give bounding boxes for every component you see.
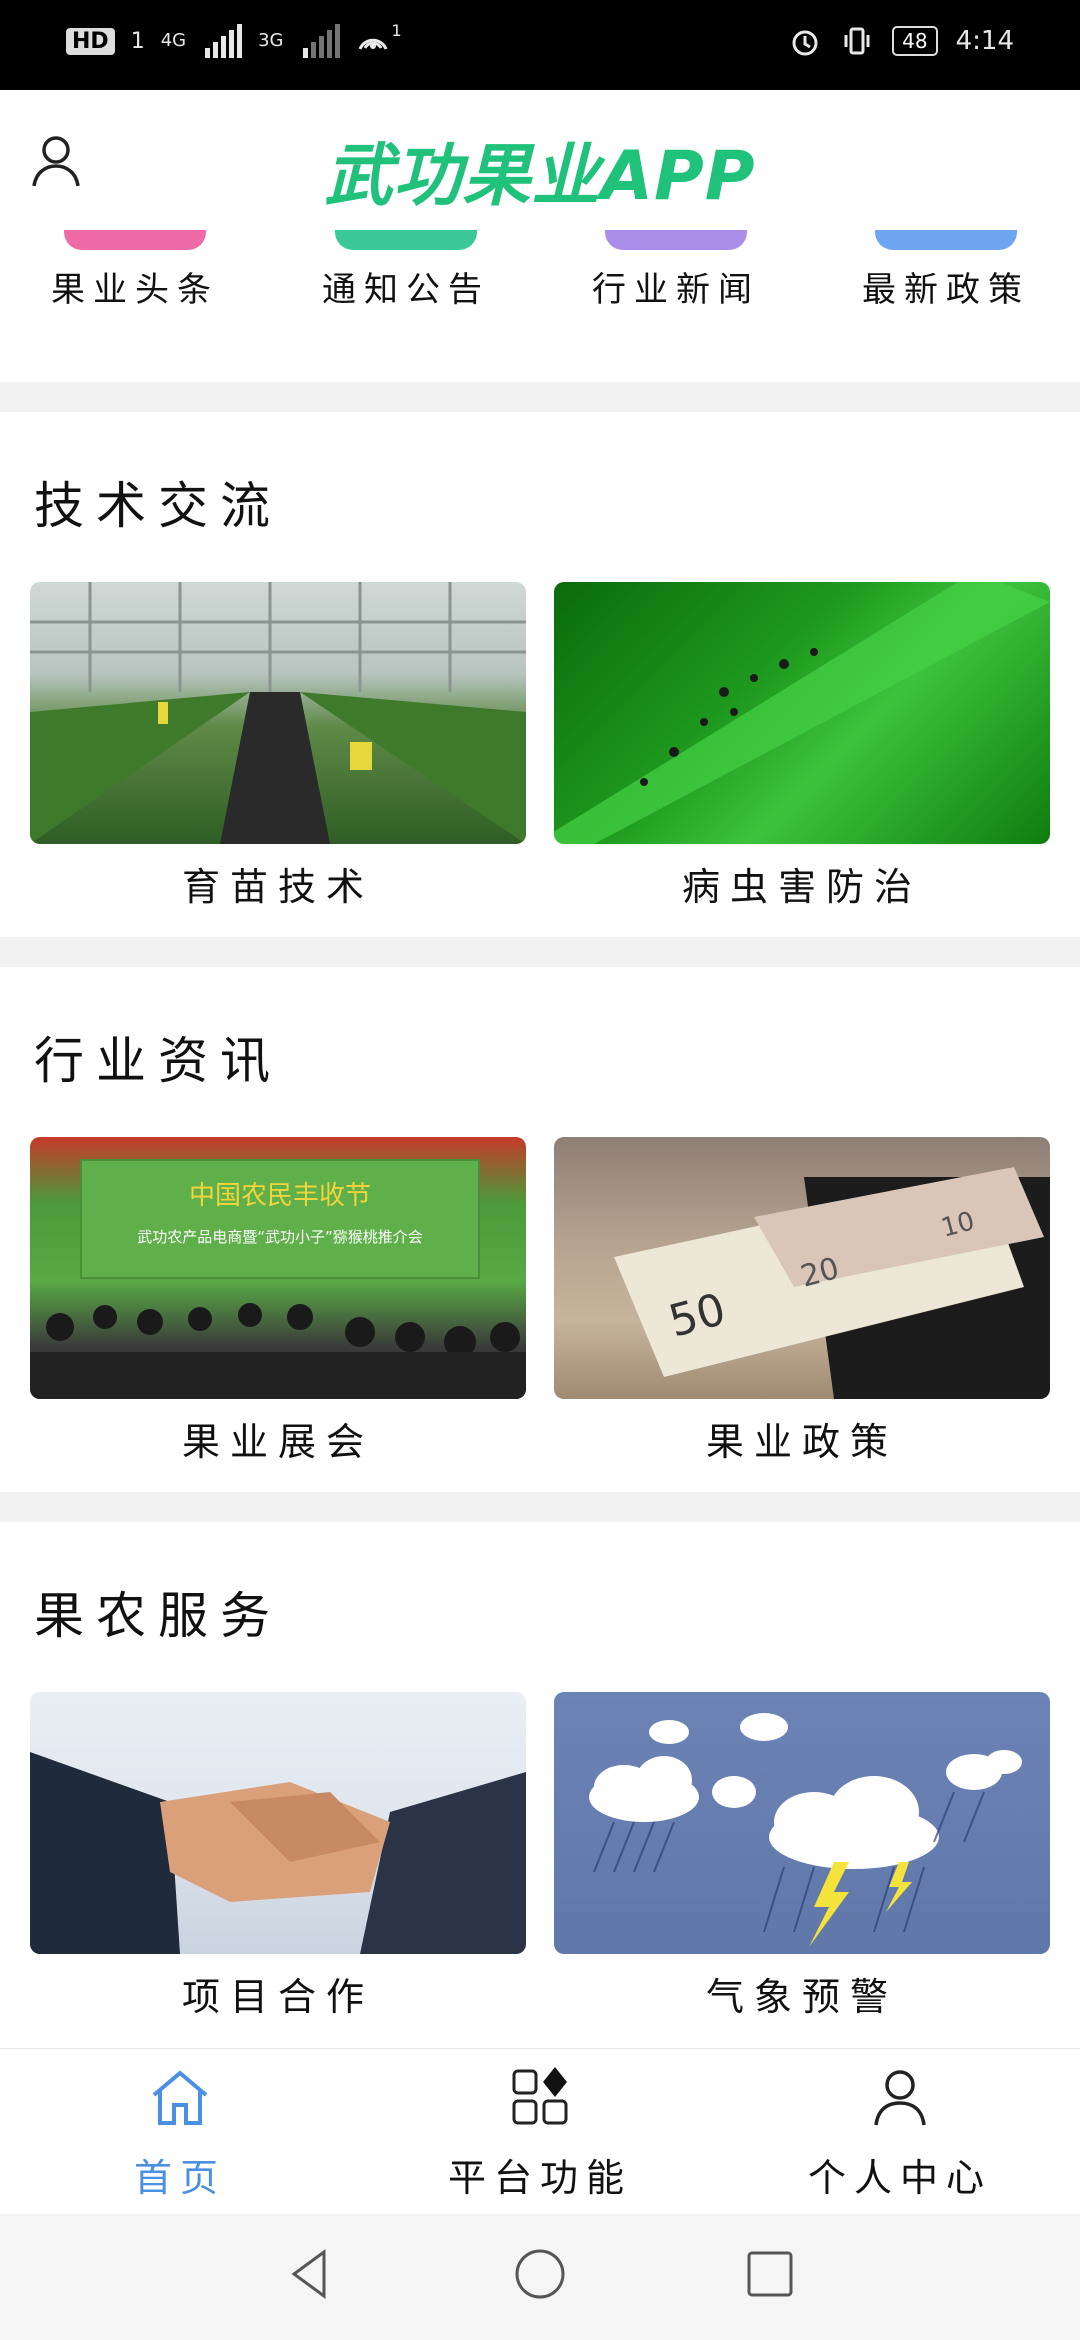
weather-image: [554, 1692, 1050, 1954]
back-icon[interactable]: [280, 2244, 340, 2304]
hotspot-icon: [358, 38, 387, 50]
leaf-illustration: [554, 582, 1050, 844]
hd-sub: 1: [130, 28, 145, 54]
network-label-1: 4G: [160, 30, 187, 51]
section-divider: [0, 937, 1080, 967]
card-fruit-expo[interactable]: 中国农民丰收节 武功农产品电商暨“武功小子”猕猴桃推介会 果业展会: [30, 1137, 526, 1466]
handshake-illustration: [30, 1752, 526, 1954]
nav-platform-functions[interactable]: 平台功能: [390, 2065, 690, 2202]
section-tech-exchange: 技术交流 育苗技术 病虫害防治: [0, 412, 1080, 937]
vibrate-icon: [844, 27, 870, 55]
card-seedling-tech[interactable]: 育苗技术: [30, 582, 526, 911]
nav-label: 首页: [133, 2156, 226, 2200]
nav-label: 个人中心: [807, 2156, 992, 2200]
hd-badge: HD: [66, 27, 115, 55]
status-bar: HD 1 4G 3G 1 48 4:14: [0, 0, 1080, 90]
expo-image: 中国农民丰收节 武功农产品电商暨“武功小子”猕猴桃推介会: [30, 1137, 526, 1399]
category-pill: [335, 230, 477, 250]
person-icon: [874, 2070, 926, 2126]
greenhouse-image: [30, 582, 526, 844]
bottom-navigation: 首页 平台功能 个人中心: [0, 2048, 1080, 2214]
greenhouse-illustration: [30, 582, 526, 844]
card-label: 气象预警: [705, 1975, 898, 2019]
category-notices[interactable]: 通知公告: [306, 230, 506, 311]
section-industry-info: 行业资讯 中国农民丰收节 武功农产品电商暨“武功小子”猕猴桃推介会 果业展会 5…: [0, 967, 1080, 1492]
nav-personal-center[interactable]: 个人中心: [750, 2065, 1050, 2202]
category-latest-policy[interactable]: 最新政策: [846, 230, 1046, 311]
app-title: 武功果业APP: [324, 137, 756, 216]
handshake-image: [30, 1692, 526, 1954]
section-divider: [0, 1492, 1080, 1522]
section-divider: [0, 382, 1080, 412]
card-label: 病虫害防治: [681, 865, 922, 909]
category-pill: [875, 230, 1017, 250]
system-navigation-bar: [0, 2214, 1080, 2340]
category-row: 果业头条 通知公告 行业新闻 最新政策: [0, 230, 1080, 382]
wallet-image: 50 20 10: [554, 1137, 1050, 1399]
category-label: 通知公告: [322, 270, 490, 310]
card-label: 果业展会: [181, 1420, 374, 1464]
app-header: 武功果业APP: [0, 90, 1080, 230]
status-right: 48 4:14: [788, 24, 1014, 58]
nav-label: 平台功能: [447, 2156, 632, 2200]
grid-apps-icon: [512, 2067, 568, 2125]
card-pest-control[interactable]: 病虫害防治: [554, 582, 1050, 911]
crowd-illustration: [30, 1303, 526, 1399]
category-pill: [64, 230, 206, 250]
card-weather-warning[interactable]: 气象预警: [554, 1692, 1050, 2021]
section-title: 技术交流: [34, 477, 282, 535]
card-label: 果业政策: [705, 1420, 898, 1464]
home-circle-icon[interactable]: [510, 2244, 570, 2304]
alarm-icon: [792, 30, 818, 56]
signal-icon: [205, 24, 243, 58]
section-farmer-services: 果农服务 项目合作 气象预警: [0, 1522, 1080, 2048]
category-headlines[interactable]: 果业头条: [35, 230, 235, 311]
nav-home[interactable]: 首页: [30, 2065, 330, 2202]
wallet-illustration: 50 20 10: [614, 1167, 1050, 1399]
signal-icon-2: [302, 24, 340, 58]
hotspot-count: 1: [391, 20, 402, 40]
card-fruit-policy[interactable]: 50 20 10 果业政策: [554, 1137, 1050, 1466]
category-industry-news[interactable]: 行业新闻: [576, 230, 776, 311]
leaf-pest-image: [554, 582, 1050, 844]
battery-indicator: 48: [892, 26, 938, 56]
status-left: HD 1 4G 3G 1: [66, 20, 402, 58]
category-label: 最新政策: [862, 270, 1030, 310]
category-label: 果业头条: [51, 270, 219, 310]
home-icon: [152, 2070, 208, 2125]
clock: 4:14: [955, 26, 1014, 56]
category-pill: [605, 230, 747, 250]
section-title: 行业资讯: [34, 1032, 282, 1090]
category-label: 行业新闻: [592, 270, 760, 310]
recents-square-icon[interactable]: [740, 2244, 800, 2304]
card-label: 项目合作: [181, 1975, 374, 2019]
section-title: 果农服务: [34, 1587, 282, 1645]
card-project-cooperation[interactable]: 项目合作: [30, 1692, 526, 2021]
weather-illustration: [589, 1713, 1022, 1947]
card-label: 育苗技术: [181, 865, 374, 909]
network-label-2: 3G: [258, 30, 284, 51]
